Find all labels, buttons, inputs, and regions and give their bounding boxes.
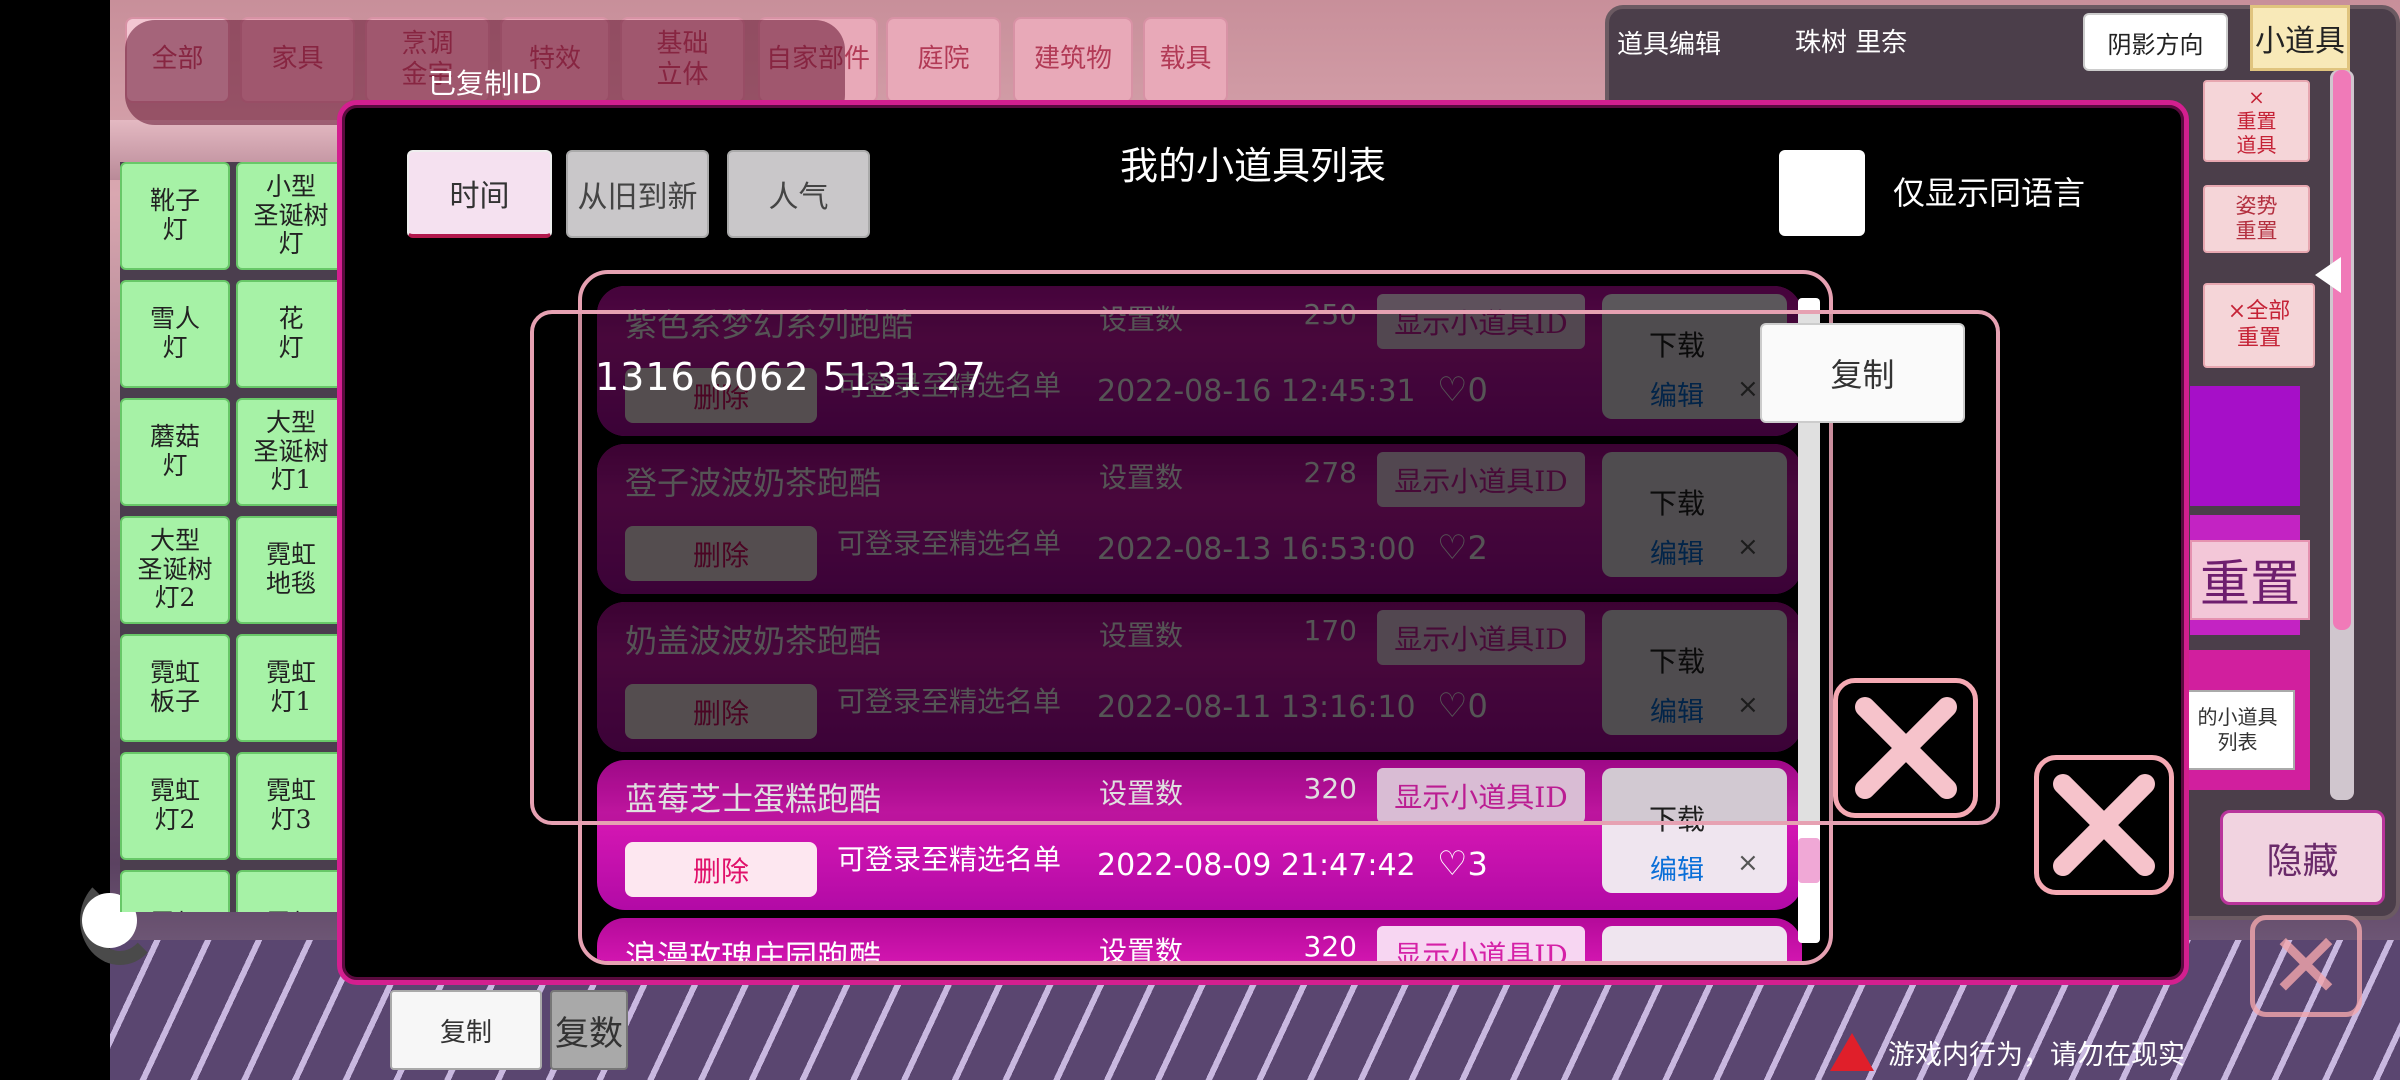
item-tile[interactable]: 霓虹 地毯: [236, 516, 340, 624]
id-copy-button[interactable]: 复制: [1760, 323, 1965, 423]
my-props-list-button[interactable]: 的小道具 列表: [2180, 690, 2295, 770]
show-id-button[interactable]: 显示小道具ID: [1377, 926, 1585, 961]
close-icon: [2053, 774, 2155, 876]
item-tile[interactable]: 大型 圣诞树 灯2: [120, 516, 230, 624]
item-tile[interactable]: 蘑菇 灯: [120, 398, 230, 506]
item-tile[interactable]: 霓虹: [120, 870, 230, 912]
item-tile[interactable]: 小型 圣诞树 灯: [236, 162, 340, 270]
editor-close-icon[interactable]: ✕: [2250, 914, 2362, 1019]
delete-button[interactable]: 删除: [625, 842, 817, 897]
reset-pose-button[interactable]: 姿势 重置: [2203, 185, 2310, 253]
purple-panel-block: [2190, 386, 2300, 506]
warning-icon: [1830, 1033, 1874, 1071]
props-tab[interactable]: 小道具: [2250, 5, 2350, 71]
prop-list-row[interactable]: 浪漫玫瑰庄园跑酷设置数320显示小道具ID下载编辑×删除可登录至精选名单: [597, 918, 1802, 965]
character-names: 珠树 里奈: [1795, 28, 1908, 58]
category-tab[interactable]: 载具: [1143, 17, 1228, 103]
upload-date: 2022-08-09 21:47:42: [1097, 848, 1416, 883]
same-language-label: 仅显示同语言: [1893, 174, 2086, 212]
like-count: 3: [1467, 845, 1488, 883]
featured-register-label: 可登录至精选名单: [837, 843, 1062, 876]
category-tab[interactable]: 庭院: [886, 17, 1001, 103]
item-tile[interactable]: 靴子 灯: [120, 162, 230, 270]
multiple-button[interactable]: 复数: [550, 990, 628, 1070]
item-tile[interactable]: 霓虹 灯3: [236, 752, 340, 860]
category-tab[interactable]: 建筑物: [1013, 17, 1133, 103]
editor-scrollbar[interactable]: [2330, 70, 2354, 800]
download-edit-box[interactable]: 下载编辑×: [1602, 926, 1787, 961]
sort-old-to-new-button[interactable]: 从旧到新: [566, 150, 709, 238]
modal-close-button[interactable]: [2034, 755, 2174, 895]
reset-all-button[interactable]: ×全部 重置: [2203, 283, 2315, 368]
download-button[interactable]: 下载: [1602, 956, 1752, 961]
item-tile[interactable]: 雪人 灯: [120, 280, 230, 388]
reset-prop-button[interactable]: × 重置 道具: [2203, 80, 2310, 162]
item-tile[interactable]: 霓虹 灯1: [236, 634, 340, 742]
copied-id-toast-text: 已复制ID: [428, 67, 542, 100]
prop-id-text: 1316 6062 5131 27: [595, 355, 987, 399]
shadow-direction-button[interactable]: 阴影方向: [2083, 13, 2228, 71]
warning-text: 游戏内行为，请勿在现实: [1888, 1039, 2185, 1071]
collapse-arrow-icon[interactable]: [2315, 257, 2341, 293]
set-count-label: 设置数: [1099, 935, 1184, 965]
prop-name: 浪漫玫瑰庄园跑酷: [625, 938, 882, 965]
sort-time-button[interactable]: 时间: [407, 150, 552, 238]
item-grid: 靴子 灯小型 圣诞树 灯雪人 灯花 灯蘑菇 灯大型 圣诞树 灯1 大型 圣诞树 灯…: [120, 162, 340, 912]
close-icon: [1854, 697, 1957, 799]
item-tile[interactable]: 霓虹 板子: [120, 634, 230, 742]
warning-banner: 游戏内行为，请勿在现实: [1830, 1030, 2390, 1074]
item-tile[interactable]: 花 灯: [236, 280, 340, 388]
item-tile[interactable]: 霓虹 灯2: [120, 752, 230, 860]
reset-button-large[interactable]: 重置: [2190, 540, 2310, 620]
remove-x-icon[interactable]: ×: [1737, 848, 1759, 878]
copy-button[interactable]: 复制: [390, 990, 542, 1070]
edit-button[interactable]: 编辑: [1602, 848, 1752, 887]
sort-popular-button[interactable]: 人气: [727, 150, 870, 238]
item-tile[interactable]: 霓虹: [236, 870, 340, 912]
id-popup-close-button[interactable]: [1833, 678, 1978, 818]
likes[interactable]: ♡3: [1437, 844, 1488, 884]
same-language-checkbox[interactable]: [1779, 150, 1865, 236]
set-count-value: 320: [1303, 930, 1357, 963]
modal-title: 我的小道具列表: [1120, 144, 1387, 188]
hide-button[interactable]: 隐藏: [2220, 810, 2385, 905]
heart-icon: ♡: [1437, 844, 1468, 884]
shadow-count: 0: [2208, 46, 2224, 74]
item-tile[interactable]: 大型 圣诞树 灯1: [236, 398, 340, 506]
prop-editor-title: 道具编辑: [1617, 30, 1722, 60]
